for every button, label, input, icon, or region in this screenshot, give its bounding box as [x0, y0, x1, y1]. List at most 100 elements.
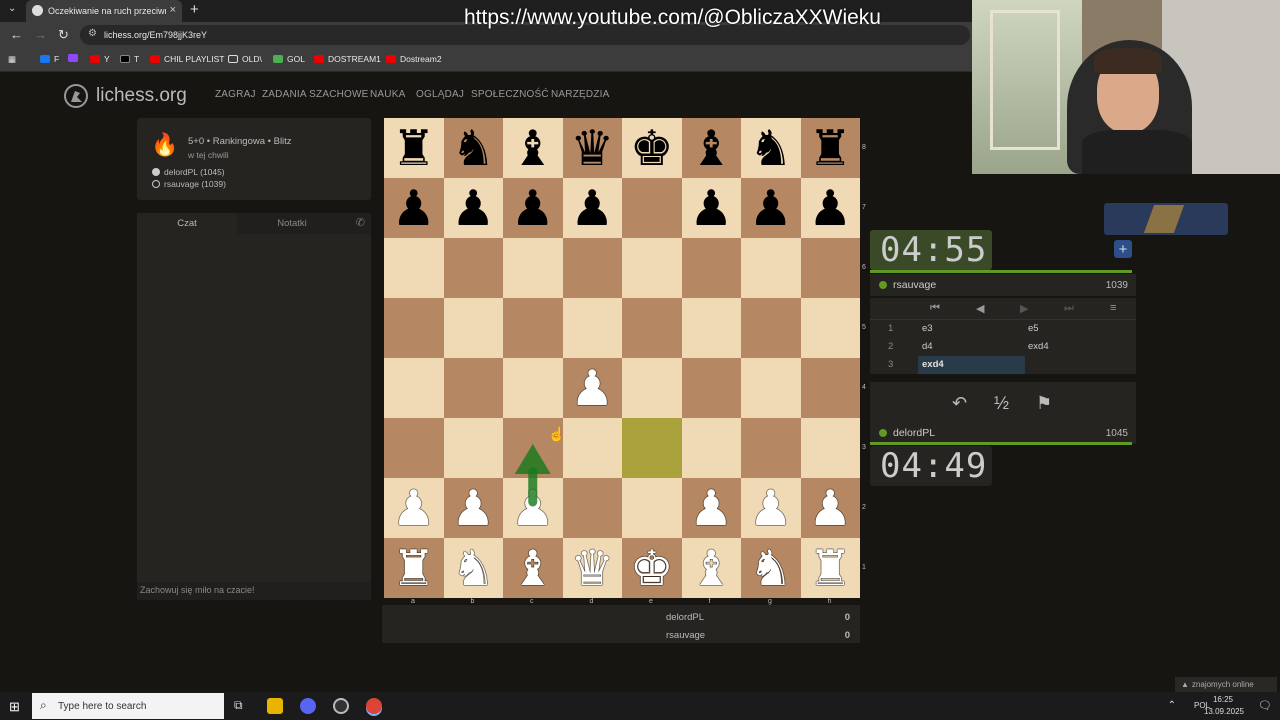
apps-grid-icon[interactable]: ▦ — [8, 54, 16, 65]
bookmark-y[interactable]: Y — [90, 54, 110, 64]
black-knight-icon[interactable]: ♞ — [451, 124, 495, 173]
black-pawn-icon[interactable]: ♟ — [808, 184, 852, 233]
square-e6[interactable] — [622, 238, 682, 298]
close-tab-icon[interactable]: × — [170, 4, 176, 16]
white-rook-icon[interactable]: ♜ — [808, 544, 852, 593]
white-move[interactable]: e3 — [918, 320, 1025, 338]
square-g1[interactable]: ♞ — [741, 538, 801, 598]
square-c6[interactable] — [503, 238, 563, 298]
tab-notes[interactable]: Notatki — [242, 213, 342, 234]
back-arrow-icon[interactable]: ← — [10, 27, 23, 42]
discord-icon[interactable] — [300, 698, 316, 714]
square-f3[interactable] — [681, 418, 741, 478]
windows-start-icon[interactable]: ⊞ — [9, 699, 20, 715]
tab-chat[interactable]: Czat — [137, 213, 237, 234]
bookmark-twitch[interactable] — [68, 54, 78, 62]
square-g5[interactable] — [741, 298, 801, 358]
black-move[interactable]: e5 — [1028, 323, 1039, 334]
black-rook-icon[interactable]: ♜ — [392, 124, 436, 173]
previous-move-icon[interactable]: ◀ — [976, 302, 984, 315]
square-e1[interactable]: ♚ — [622, 538, 682, 598]
square-d3[interactable] — [562, 418, 622, 478]
first-move-icon[interactable]: ⏮ — [930, 302, 940, 315]
square-g7[interactable]: ♟ — [741, 178, 801, 238]
forward-arrow-icon[interactable]: → — [34, 27, 47, 42]
bookmark-gol[interactable]: GOL — [273, 54, 305, 64]
clock-time[interactable]: 16:25 — [1208, 695, 1238, 704]
square-g3[interactable] — [741, 418, 801, 478]
square-c4[interactable] — [503, 358, 563, 418]
black-player-link[interactable]: rsauvage (1039) — [152, 179, 226, 189]
black-king-icon[interactable]: ♚ — [630, 124, 674, 173]
black-pawn-icon[interactable]: ♟ — [749, 184, 793, 233]
nav-puzzles[interactable]: ZADANIA SZACHOWE — [262, 89, 369, 100]
voice-chat-icon[interactable]: ✆ — [356, 216, 365, 229]
bookmark-f[interactable]: F — [40, 54, 59, 64]
square-g8[interactable]: ♞ — [741, 118, 801, 178]
clock-date[interactable]: 13.09.2025 — [1202, 707, 1246, 716]
square-h4[interactable] — [800, 358, 860, 418]
square-b3[interactable] — [443, 418, 503, 478]
square-c7[interactable]: ♟ — [503, 178, 563, 238]
opponent-name[interactable]: rsauvage — [893, 279, 936, 291]
square-h1[interactable]: ♜ — [800, 538, 860, 598]
task-view-icon[interactable]: ⧉ — [234, 698, 243, 713]
square-d1[interactable]: ♛ — [562, 538, 622, 598]
square-f5[interactable] — [681, 298, 741, 358]
square-a3[interactable] — [384, 418, 444, 478]
square-b7[interactable]: ♟ — [443, 178, 503, 238]
square-b5[interactable] — [443, 298, 503, 358]
square-a1[interactable]: ♜ — [384, 538, 444, 598]
nav-community[interactable]: SPOŁECZNOŚĆ — [471, 89, 549, 100]
site-logo[interactable]: lichess.org — [62, 82, 187, 110]
black-bishop-icon[interactable]: ♝ — [689, 124, 733, 173]
white-bishop-icon[interactable]: ♝ — [511, 544, 555, 593]
site-info-icon[interactable]: ⚙ — [88, 28, 97, 39]
bookmark-chil-playlist[interactable]: CHIL PLAYLIST — [150, 54, 224, 64]
square-f2[interactable]: ♟ — [681, 478, 741, 538]
white-pawn-icon[interactable]: ♟ — [511, 484, 555, 533]
square-h3[interactable] — [800, 418, 860, 478]
taskbar-search[interactable]: ⌕ Type here to search — [32, 693, 224, 719]
white-pawn-icon[interactable]: ♟ — [749, 484, 793, 533]
square-h5[interactable] — [800, 298, 860, 358]
white-knight-icon[interactable]: ♞ — [451, 544, 495, 593]
nav-play[interactable]: ZAGRAJ — [215, 89, 256, 100]
square-e3[interactable] — [622, 418, 682, 478]
chat-input[interactable]: Zachowuj się miło na czacie! — [137, 582, 371, 600]
bookmark-t[interactable]: T — [120, 54, 139, 64]
square-h6[interactable] — [800, 238, 860, 298]
bookmark-dostream1[interactable]: DOSTREAM1 — [314, 54, 381, 64]
reload-icon[interactable]: ↻ — [58, 27, 69, 43]
tray-overflow-icon[interactable]: ⌃ — [1168, 700, 1176, 711]
square-e5[interactable] — [622, 298, 682, 358]
white-rook-icon[interactable]: ♜ — [392, 544, 436, 593]
square-b2[interactable]: ♟ — [443, 478, 503, 538]
nav-tools[interactable]: NARZĘDZIA — [551, 89, 609, 100]
square-a8[interactable]: ♜ — [384, 118, 444, 178]
square-h7[interactable]: ♟ — [800, 178, 860, 238]
white-pawn-icon[interactable]: ♟ — [808, 484, 852, 533]
black-pawn-icon[interactable]: ♟ — [689, 184, 733, 233]
square-b6[interactable] — [443, 238, 503, 298]
square-g6[interactable] — [741, 238, 801, 298]
square-e7[interactable] — [622, 178, 682, 238]
square-h2[interactable]: ♟ — [800, 478, 860, 538]
black-pawn-icon[interactable]: ♟ — [511, 184, 555, 233]
square-a2[interactable]: ♟ — [384, 478, 444, 538]
square-d6[interactable] — [562, 238, 622, 298]
square-d4[interactable]: ♟ — [562, 358, 622, 418]
resign-flag-icon[interactable]: ⚑ — [1036, 393, 1052, 414]
browser-tab[interactable]: Oczekiwanie na ruch przeciwnika × — [26, 0, 182, 22]
chess-board[interactable]: ♜ ♞ ♝ ♛ ♚ ♝ ♞ ♜ ♟ ♟ ♟ ♟ ♟ ♟ ♟ ♟ ♟ ♟ ♟ ♟ ♟ ♟ ♜ ♞ ♝ ♛ ♚ ♝ ♞ ♜ — [384, 118, 860, 598]
nav-learn[interactable]: NAUKA — [370, 89, 405, 100]
next-move-icon[interactable]: ▶ — [1020, 302, 1028, 315]
obs-icon[interactable] — [333, 698, 349, 714]
new-tab-button[interactable]: + — [190, 1, 199, 18]
black-knight-icon[interactable]: ♞ — [749, 124, 793, 173]
square-g2[interactable]: ♟ — [741, 478, 801, 538]
white-move[interactable]: exd4 — [918, 356, 1025, 374]
add-icon[interactable]: + — [1114, 240, 1132, 258]
square-d8[interactable]: ♛ — [562, 118, 622, 178]
bookmark-old-folder[interactable]: OLD\ — [228, 54, 262, 64]
